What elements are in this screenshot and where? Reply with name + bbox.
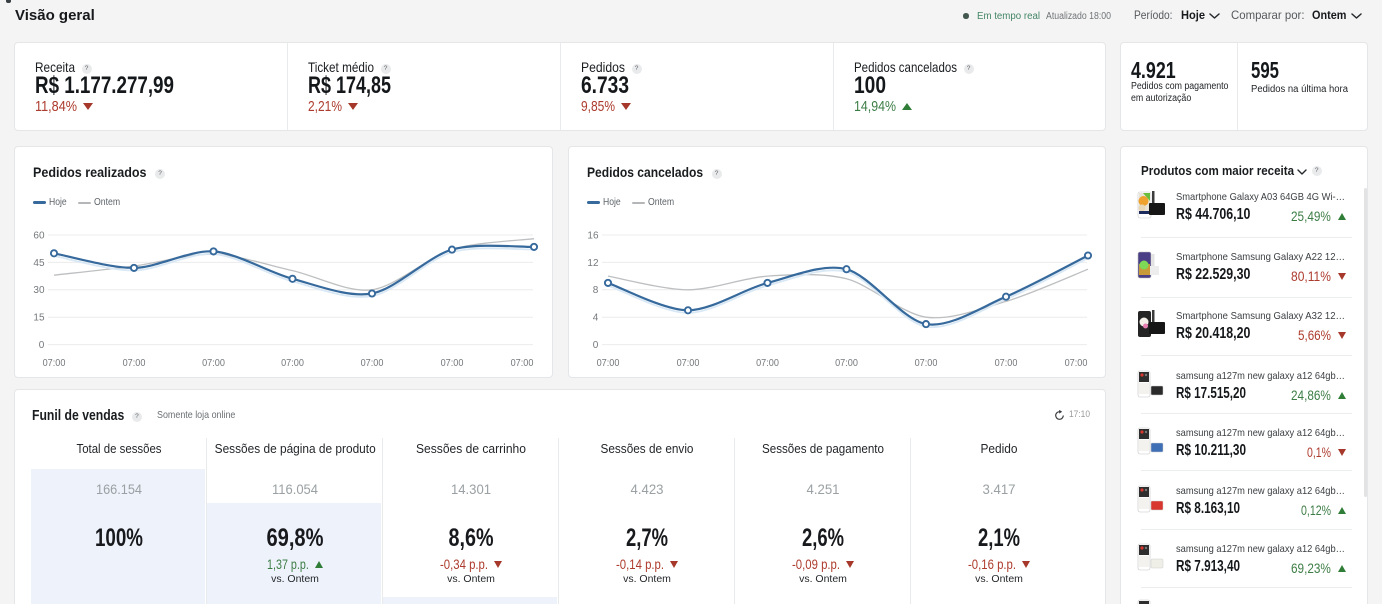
svg-text:60: 60 bbox=[33, 230, 45, 241]
svg-text:0: 0 bbox=[39, 340, 45, 351]
svg-text:07:00: 07:00 bbox=[1065, 358, 1088, 369]
svg-text:45: 45 bbox=[33, 258, 45, 269]
svg-text:07:00: 07:00 bbox=[677, 358, 700, 369]
svg-text:12: 12 bbox=[587, 258, 599, 269]
svg-text:07:00: 07:00 bbox=[835, 358, 858, 369]
svg-text:07:00: 07:00 bbox=[361, 358, 384, 369]
svg-text:4: 4 bbox=[593, 313, 599, 324]
svg-text:07:00: 07:00 bbox=[43, 358, 66, 369]
svg-text:07:00: 07:00 bbox=[441, 358, 464, 369]
svg-text:16: 16 bbox=[587, 230, 599, 241]
svg-text:07:00: 07:00 bbox=[995, 358, 1018, 369]
svg-text:15: 15 bbox=[33, 313, 45, 324]
svg-text:07:00: 07:00 bbox=[123, 358, 146, 369]
svg-text:30: 30 bbox=[33, 285, 45, 296]
svg-text:07:00: 07:00 bbox=[915, 358, 938, 369]
svg-text:8: 8 bbox=[593, 285, 599, 296]
svg-text:07:00: 07:00 bbox=[281, 358, 304, 369]
svg-text:0: 0 bbox=[593, 340, 599, 351]
svg-text:07:00: 07:00 bbox=[202, 358, 225, 369]
svg-text:07:00: 07:00 bbox=[597, 358, 620, 369]
svg-text:07:00: 07:00 bbox=[511, 358, 534, 369]
svg-text:07:00: 07:00 bbox=[756, 358, 779, 369]
